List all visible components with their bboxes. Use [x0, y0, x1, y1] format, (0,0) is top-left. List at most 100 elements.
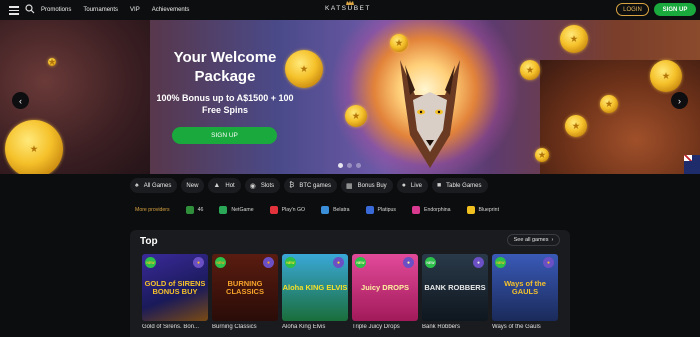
fire-icon: ▲	[213, 182, 221, 189]
provider-label: Blueprint	[478, 207, 500, 213]
game-name: Gold of Sirens. Bon...	[142, 324, 200, 330]
new-badge: NEW	[145, 257, 156, 268]
provider-badge-icon: ●	[473, 257, 484, 268]
game-thumbnail[interactable]: NEW ● GOLD of SIRENS BONUS BUY	[142, 254, 208, 321]
game-card[interactable]: NEW ● BANK ROBBERS Bank Robbers	[422, 254, 488, 330]
provider-item[interactable]: 46	[185, 206, 203, 214]
coin-icon	[650, 60, 682, 92]
new-badge: NEW	[285, 257, 296, 268]
provider-label: NetGame	[231, 207, 254, 213]
wolf-illustration	[400, 60, 460, 168]
provider-label: Play'n GO	[281, 207, 306, 213]
nav-promotions[interactable]: Promotions	[41, 7, 71, 13]
game-art-title: Aloha KING ELVIS	[282, 282, 348, 292]
new-badge: NEW	[495, 257, 506, 268]
provider-badge-icon: ●	[263, 257, 274, 268]
game-thumbnail[interactable]: NEW ● Aloha KING ELVIS	[282, 254, 348, 321]
hero-signup-button[interactable]: SIGN UP	[172, 127, 277, 144]
carousel-dot[interactable]	[338, 163, 343, 168]
nav-vip[interactable]: VIP	[130, 7, 140, 13]
new-badge: NEW	[215, 257, 226, 268]
flag-australia-icon[interactable]	[684, 155, 700, 174]
provider-item[interactable]: Blueprint	[466, 206, 500, 214]
tab-label: Hot	[225, 182, 235, 189]
provider-badge-icon: ●	[333, 257, 344, 268]
game-art-title: BURNING CLASSICS	[226, 278, 264, 296]
game-thumbnail[interactable]: NEW ● BURNING CLASSICS	[212, 254, 278, 321]
provider-item[interactable]: NetGame	[219, 206, 254, 214]
tab-label: Table Games	[446, 182, 482, 189]
hero-banner: Your Welcome Package 100% Bonus up to A$…	[0, 20, 700, 174]
game-art-title: BANK ROBBERS	[424, 282, 486, 292]
tab-label: Bonus Buy	[357, 182, 387, 189]
tab-hot[interactable]: ▲ Hot	[208, 178, 241, 193]
new-badge: NEW	[355, 257, 366, 268]
menu-icon[interactable]	[9, 6, 19, 15]
see-all-label: See all games	[513, 237, 549, 243]
tab-label: Slots	[260, 182, 275, 189]
provider-label: Belatra	[333, 207, 350, 213]
provider-logo-icon	[219, 206, 228, 214]
games-row: NEW ● GOLD of SIRENS BONUS BUY Gold of S…	[142, 254, 558, 330]
game-art-title: GOLD of SIRENS BONUS BUY	[144, 278, 206, 296]
tab-table-games[interactable]: ■ Table Games	[431, 178, 488, 193]
coin-icon	[520, 60, 540, 80]
logo[interactable]: KATSUBET	[325, 5, 371, 12]
game-name: Burning Classics	[212, 324, 257, 330]
page: Promotions Tournaments VIP Achievements …	[0, 0, 700, 337]
tab-label: New	[186, 182, 199, 189]
tab-all-games[interactable]: ♠ All Games	[130, 178, 178, 193]
top-games-section: Top See all games › NEW ● GOLD of SIRENS …	[130, 230, 570, 337]
nav-tournaments[interactable]: Tournaments	[83, 7, 118, 13]
game-card[interactable]: NEW ● Ways of the GAULS Ways of the Gaul…	[492, 254, 558, 330]
provider-item[interactable]: Belatra	[321, 206, 350, 214]
live-icon: ●	[401, 182, 406, 189]
more-providers-link[interactable]: More providers	[135, 207, 170, 213]
provider-item[interactable]: Platipus	[365, 206, 396, 214]
game-name: Bank Robbers	[422, 324, 461, 330]
tab-slots[interactable]: ◉ Slots	[244, 178, 281, 193]
game-art-title: Juicy DROPS	[361, 282, 409, 292]
tab-new[interactable]: New	[181, 178, 205, 193]
signup-button[interactable]: SIGN UP	[654, 3, 696, 16]
game-name: Aloha King Elvis	[282, 324, 326, 330]
hero-title: Your Welcome Package	[173, 49, 277, 85]
search-icon[interactable]	[25, 4, 35, 14]
tab-bonus-buy[interactable]: ▦ Bonus Buy	[341, 178, 393, 193]
hero-subtitle: 100% Bonus up to A$1500 + 100 Free Spins	[156, 93, 294, 115]
providers-bar: More providers 46 NetGame Play'n GO Bela…	[135, 203, 499, 217]
coin-icon	[5, 120, 63, 174]
coin-icon	[560, 25, 588, 53]
provider-logo-icon	[269, 206, 278, 214]
table-icon: ■	[436, 182, 442, 189]
chevron-right-icon: ›	[551, 237, 554, 243]
game-card[interactable]: NEW ● Aloha KING ELVIS Aloha King Elvis	[282, 254, 348, 330]
provider-item[interactable]: Endorphina	[411, 206, 451, 214]
game-card[interactable]: NEW ● BURNING CLASSICS Burning Classics	[212, 254, 278, 330]
game-thumbnail[interactable]: NEW ● BANK ROBBERS	[422, 254, 488, 321]
tab-btc-games[interactable]: ₿ BTC games	[284, 178, 338, 193]
game-thumbnail[interactable]: NEW ● Juicy DROPS	[352, 254, 418, 321]
carousel-dot[interactable]	[356, 163, 361, 168]
coin-icon	[345, 105, 367, 127]
cards-icon: ♠	[135, 182, 139, 189]
main-nav: Promotions Tournaments VIP Achievements	[41, 0, 189, 20]
new-badge: NEW	[425, 257, 436, 268]
login-button[interactable]: LOGIN	[616, 3, 649, 16]
game-card[interactable]: NEW ● GOLD of SIRENS BONUS BUY Gold of S…	[142, 254, 208, 330]
section-title: Top	[140, 236, 158, 247]
tab-label: BTC games	[299, 182, 332, 189]
carousel-dot[interactable]	[347, 163, 352, 168]
see-all-games-button[interactable]: See all games ›	[507, 234, 560, 246]
provider-item[interactable]: Play'n GO	[269, 206, 306, 214]
chevron-left-icon[interactable]: ‹	[12, 92, 29, 109]
carousel-dots	[338, 163, 361, 168]
coin-icon	[565, 115, 587, 137]
chevron-right-icon[interactable]: ›	[671, 92, 688, 109]
game-card[interactable]: NEW ● Juicy DROPS Triple Juicy Drops	[352, 254, 418, 330]
game-thumbnail[interactable]: NEW ● Ways of the GAULS	[492, 254, 558, 321]
tab-label: Live	[410, 182, 422, 189]
nav-achievements[interactable]: Achievements	[152, 7, 190, 13]
game-name: Ways of the Gauls	[492, 324, 541, 330]
tab-live[interactable]: ● Live	[396, 178, 428, 193]
